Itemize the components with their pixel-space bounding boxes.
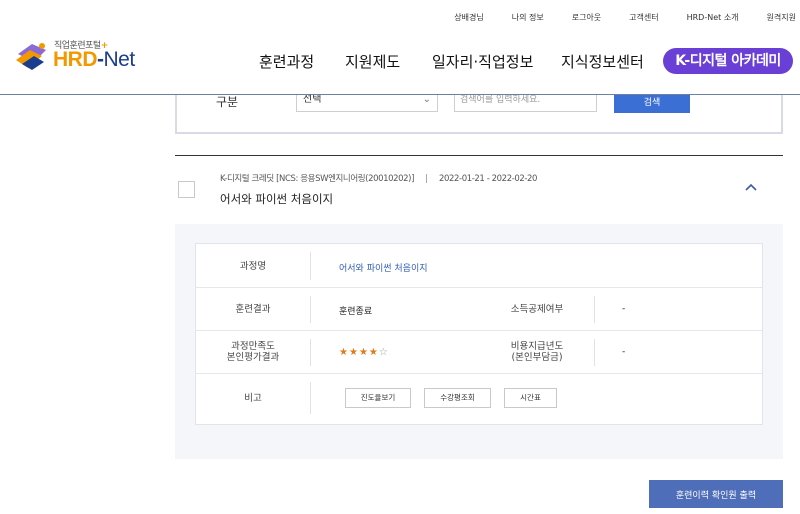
detail-row-course-name: 과정명 어서와 파이썬 처음이지	[196, 244, 762, 288]
logo-wordmark: HRD-Net	[53, 48, 135, 71]
nav-item-knowledge-center[interactable]: 지식정보센터	[561, 51, 644, 72]
course-detail-table: 과정명 어서와 파이썬 처음이지 훈련결과 훈련종료 소득공제여부 - 과정만족…	[195, 243, 763, 425]
rating-stars: ★★★★☆	[339, 347, 389, 358]
util-link-customer-center[interactable]: 고객센터	[629, 11, 658, 25]
cell-divider	[310, 382, 311, 414]
meta-separator	[426, 174, 427, 183]
view-review-button[interactable]: 수강평조회	[424, 388, 491, 408]
print-training-history-button[interactable]: 훈련이력 확인원 출력	[649, 480, 783, 508]
detail-row-satisfaction: 과정만족도 본인평가결과 ★★★★☆ 비용지급년도 (본인부담금) -	[196, 331, 762, 374]
site-header: 상배경님 나의 정보 로그아웃 고객센터 HRD-Net 소개 원격지원 직업훈…	[0, 0, 800, 95]
cost-year-value: -	[622, 347, 626, 357]
util-link-logout[interactable]: 로그아웃	[572, 11, 601, 25]
star-filled-icon: ★	[358, 347, 369, 358]
search-category-label: 구분	[216, 95, 239, 109]
logo-mark-icon	[16, 43, 46, 70]
course-name-label: 과정명	[239, 261, 267, 272]
star-filled-icon: ★	[368, 347, 379, 358]
view-progress-button[interactable]: 진도율보기	[345, 388, 411, 408]
nav-item-k-digital-academy[interactable]: K-디지털 아카데미	[663, 48, 793, 74]
satisfaction-label: 과정만족도 본인평가결과	[226, 341, 280, 363]
util-link-my-info[interactable]: 나의 정보	[512, 11, 544, 25]
remark-label: 비고	[244, 393, 262, 404]
util-link-user[interactable]: 상배경님	[454, 11, 483, 25]
cell-divider	[310, 339, 311, 366]
course-select-checkbox[interactable]	[178, 181, 195, 198]
course-period: 2022-01-21 - 2022-02-20	[439, 174, 538, 184]
course-category: K-디지털 크레딧 [NCS: 응용SW엔지니어링(20010202)]	[220, 174, 414, 184]
star-filled-icon: ★	[348, 347, 359, 358]
utility-links: 상배경님 나의 정보 로그아웃 고객센터 HRD-Net 소개 원격지원	[426, 11, 800, 25]
cell-divider	[310, 252, 311, 280]
util-link-remote-support[interactable]: 원격지원	[767, 11, 796, 25]
search-select-value: 선택	[303, 94, 322, 105]
nav-item-training-course[interactable]: 훈련과정	[259, 51, 314, 72]
timetable-button[interactable]: 시간표	[504, 388, 557, 408]
chevron-up-icon[interactable]	[744, 182, 758, 192]
course-title[interactable]: 어서와 파이썬 처음이지	[220, 191, 333, 207]
star-empty-icon: ☆	[378, 347, 389, 358]
tax-deduction-label: 소득공제여부	[510, 304, 564, 315]
cost-year-label: 비용지급년도 (본인부담금)	[510, 341, 564, 363]
course-meta: K-디지털 크레딧 [NCS: 응용SW엔지니어링(20010202)] 2022…	[220, 172, 537, 184]
training-result-label: 훈련결과	[235, 304, 271, 315]
nav-item-support-system[interactable]: 지원제도	[345, 51, 400, 72]
hrd-net-logo[interactable]: 직업훈련포털+ HRD-Net	[12, 38, 147, 72]
cell-divider	[310, 296, 311, 323]
detail-row-result: 훈련결과 훈련종료 소득공제여부 -	[196, 288, 762, 331]
cell-divider	[594, 296, 595, 323]
nav-item-job-info[interactable]: 일자리·직업정보	[432, 51, 533, 72]
course-name-link[interactable]: 어서와 파이썬 처음이지	[339, 261, 428, 274]
cell-divider	[594, 339, 595, 366]
star-filled-icon: ★	[339, 347, 349, 358]
util-link-about[interactable]: HRD-Net 소개	[687, 11, 739, 25]
detail-row-remark: 비고 진도율보기 수강평조회 시간표	[196, 374, 762, 424]
course-divider	[175, 155, 783, 156]
training-result-value: 훈련종료	[339, 307, 373, 317]
tax-deduction-value: -	[622, 304, 626, 314]
